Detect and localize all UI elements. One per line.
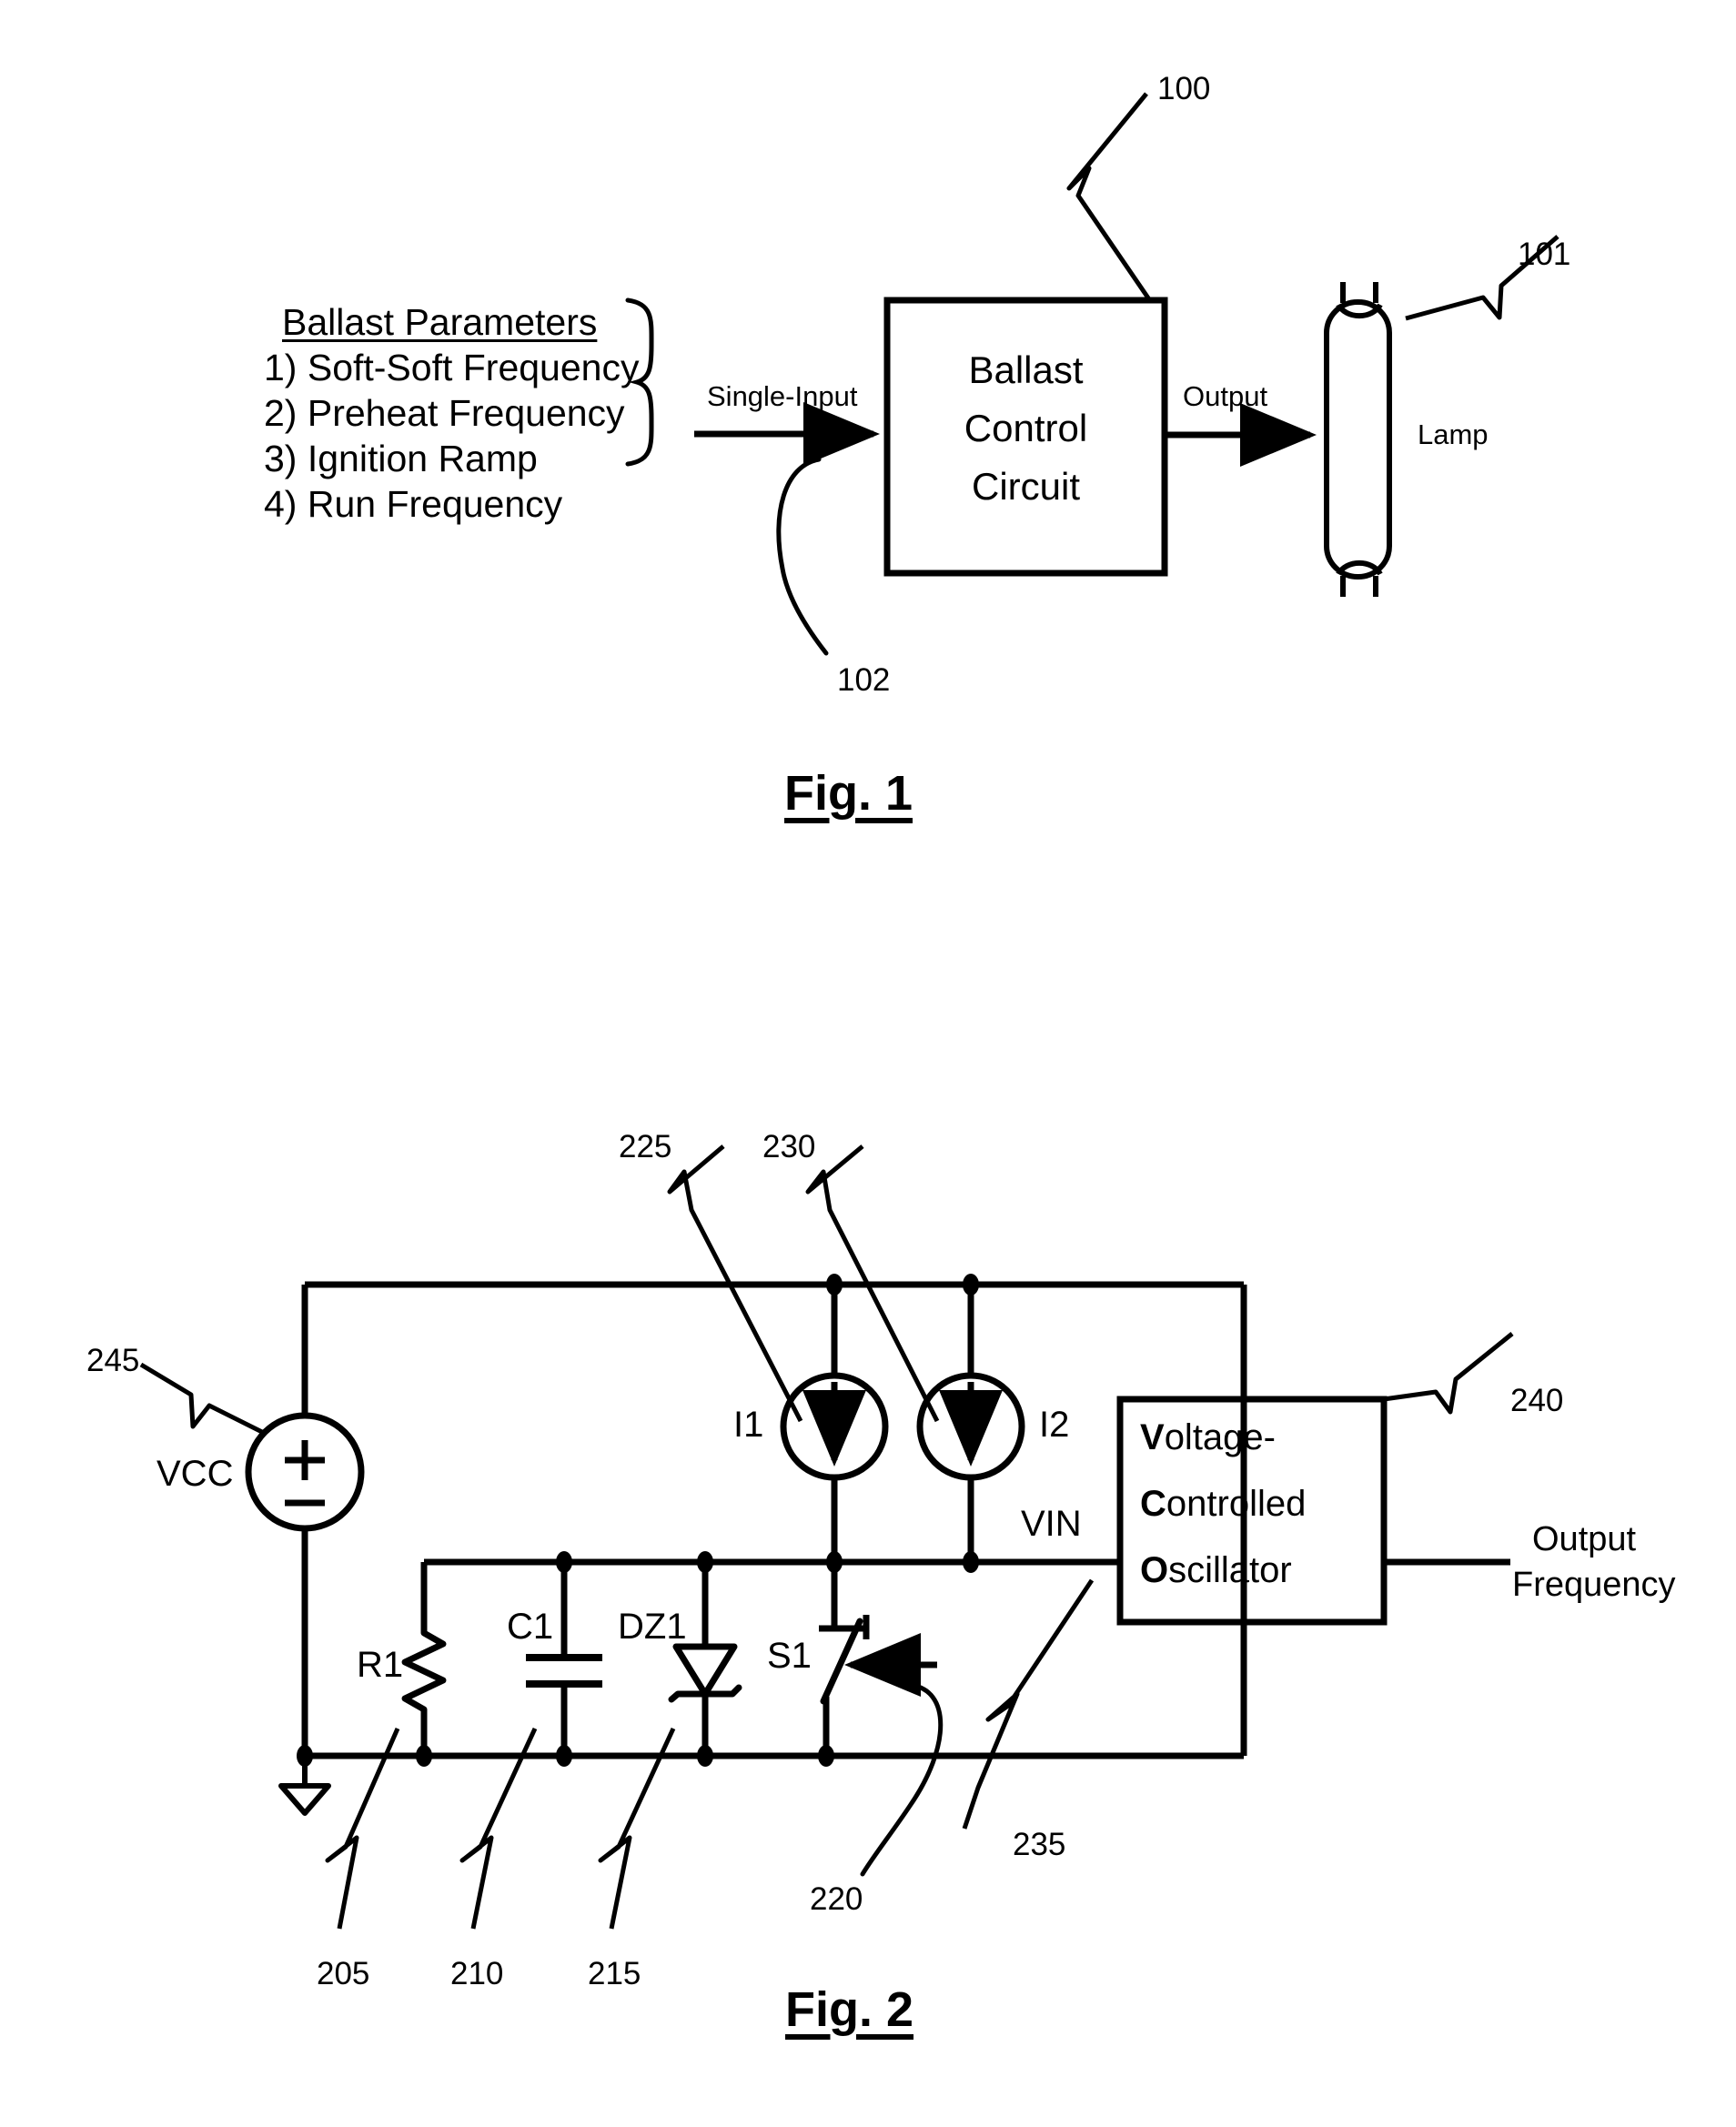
ref-leader-240: [1383, 1332, 1514, 1415]
capacitor-c1-label: C1: [507, 1607, 554, 1647]
ref-number-100: 100: [1157, 71, 1211, 106]
ref-number-102: 102: [837, 662, 891, 698]
output-label: Output: [1183, 380, 1268, 412]
single-input-label: Single-Input: [707, 380, 858, 412]
fig2-vin-rail: [420, 1558, 1119, 1607]
ref-number-225: 225: [619, 1129, 672, 1164]
vco-line-1-rest: oltage-: [1164, 1417, 1276, 1457]
patent-drawing-sheet: Ballast Parameters 1) Soft-Soft Frequenc…: [0, 0, 1736, 2127]
ballast-parameter-2: 2) Preheat Frequency: [264, 392, 625, 434]
ref-number-210: 210: [450, 1956, 504, 1991]
ref-number-205: 205: [317, 1956, 370, 1991]
junction-nodes: [297, 1274, 979, 1767]
ref-number-215: 215: [588, 1956, 641, 1991]
resistor-r1-symbol: [401, 1607, 447, 1756]
ballast-block-line-2: Control: [964, 407, 1088, 449]
ref-leader-100: [1066, 92, 1154, 304]
vco-line-3: Oscillator: [1140, 1552, 1292, 1588]
ref-number-230: 230: [762, 1129, 816, 1164]
current-source-i2-symbol: [916, 1285, 1025, 1562]
ballast-parameter-1: 1) Soft-Soft Frequency: [264, 347, 640, 388]
zener-diode-dz1-label: DZ1: [618, 1607, 687, 1647]
vin-label: VIN: [1021, 1504, 1082, 1544]
ballast-parameters-title: Ballast Parameters: [282, 301, 598, 343]
ref-number-235: 235: [1013, 1827, 1066, 1862]
vco-line-2-bold: C: [1140, 1484, 1166, 1524]
vco-line-2-rest: ontrolled: [1166, 1484, 1307, 1524]
vco-line-3-bold: O: [1140, 1550, 1169, 1590]
ref-leader-102: [776, 457, 829, 656]
capacitor-c1-symbol: [526, 1562, 602, 1756]
vcc-source-symbol: [245, 1412, 365, 1532]
ref-leader-220: [860, 1682, 944, 1877]
lamp-symbol: [1324, 282, 1392, 597]
ref-leader-235: [962, 1578, 1095, 1830]
ref-number-220: 220: [810, 1881, 863, 1917]
vco-line-1-bold: V: [1140, 1417, 1165, 1457]
resistor-r1-label: R1: [357, 1645, 404, 1685]
vco-line-2: Controlled: [1140, 1486, 1306, 1522]
ballast-block-line-3: Circuit: [971, 465, 1080, 508]
ref-number-101: 101: [1518, 237, 1571, 272]
output-frequency-line-2: Frequency: [1512, 1566, 1676, 1604]
figure-1-caption: Fig. 1: [784, 766, 913, 821]
vco-line-3-rest: scillator: [1168, 1550, 1292, 1590]
zener-diode-dz1-symbol: [668, 1562, 742, 1756]
vco-line-1: Voltage-: [1140, 1419, 1276, 1456]
switch-s1-label: S1: [767, 1636, 812, 1676]
output-frequency-line-1: Output: [1532, 1520, 1637, 1558]
current-source-i1-label: I1: [733, 1405, 764, 1445]
ref-leader-245: [139, 1362, 266, 1436]
ballast-block-line-1: Ballast: [968, 348, 1084, 391]
ref-number-240: 240: [1510, 1383, 1564, 1418]
switch-s1-symbol: [819, 1562, 937, 1756]
current-source-i2-label: I2: [1039, 1405, 1070, 1445]
vcc-label: VCC: [156, 1454, 234, 1494]
ballast-parameter-3: 3) Ignition Ramp: [264, 438, 538, 479]
lamp-label: Lamp: [1418, 418, 1489, 450]
ballast-parameter-4: 4) Run Frequency: [264, 483, 563, 525]
figure-2-caption: Fig. 2: [785, 1982, 914, 2037]
current-source-i1-symbol: [780, 1285, 889, 1562]
drawing-vector-layer: [139, 92, 1559, 1930]
ref-number-245: 245: [86, 1343, 140, 1378]
